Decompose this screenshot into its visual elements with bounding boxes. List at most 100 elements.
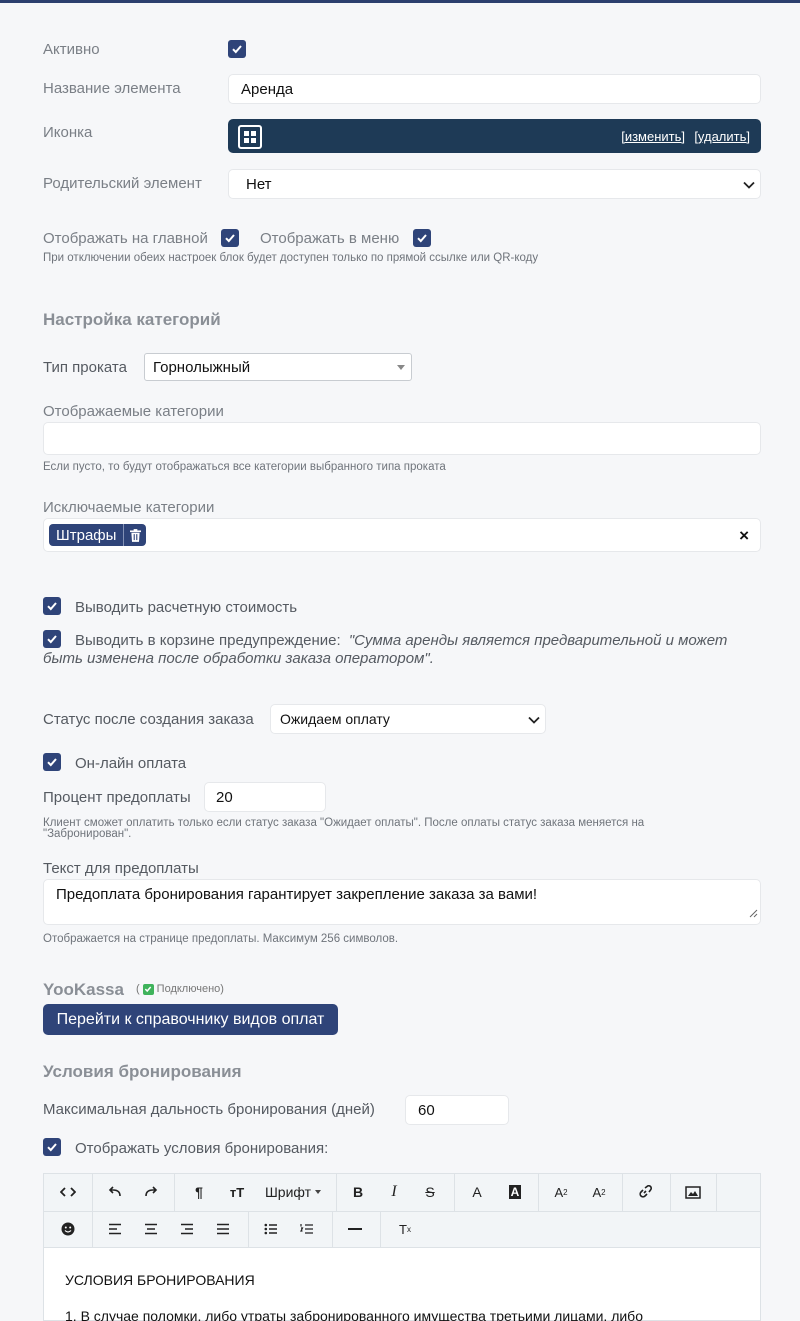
superscript-icon[interactable]: A2 bbox=[546, 1180, 576, 1204]
paragraph-icon[interactable]: ¶ bbox=[184, 1180, 214, 1204]
clear-format-icon[interactable]: Tx bbox=[390, 1217, 420, 1241]
resize-handle-icon[interactable] bbox=[749, 905, 758, 922]
icon-bar: [изменить] [удалить] bbox=[228, 119, 761, 153]
check-icon bbox=[232, 45, 242, 54]
rich-text-editor: ¶ тT Шрифт B I S A A A2 A2 T x УСЛОВИЯ Б… bbox=[43, 1173, 761, 1321]
font-size-icon[interactable]: тT bbox=[220, 1180, 254, 1204]
align-right-icon[interactable] bbox=[172, 1217, 202, 1241]
chevron-down-icon bbox=[742, 178, 756, 196]
code-view-icon[interactable] bbox=[52, 1180, 84, 1204]
visibility-hint: При отключении обеих настроек блок будет… bbox=[43, 252, 539, 264]
order-status-label: Статус после создания заказа bbox=[43, 711, 254, 728]
check-icon bbox=[47, 758, 57, 767]
parent-select[interactable]: Нет bbox=[228, 169, 761, 199]
yookassa-status: ( Подключено) bbox=[136, 983, 224, 995]
rental-type-label: Тип проката bbox=[43, 359, 127, 376]
status-check-icon bbox=[142, 983, 154, 995]
prepay-hint-line-1: Клиент сможет оплатить только если стату… bbox=[43, 817, 645, 829]
trash-icon[interactable] bbox=[124, 524, 146, 546]
max-days-input[interactable]: 60 bbox=[405, 1095, 509, 1125]
name-input[interactable]: Аренда bbox=[228, 74, 761, 104]
editor-content-title: УСЛОВИЯ БРОНИРОВАНИЯ bbox=[65, 1272, 255, 1288]
cart-warning-quote-1: "Сумма аренды является предварительной и… bbox=[348, 632, 728, 649]
font-dropdown-label: Шрифт bbox=[264, 1184, 312, 1200]
bold-icon[interactable]: B bbox=[344, 1180, 372, 1204]
prepay-text-area[interactable]: Предоплата бронирования гарантирует закр… bbox=[43, 879, 761, 925]
cart-warning-prefix: Выводить в корзине предупреждение: bbox=[75, 632, 341, 649]
align-left-icon[interactable] bbox=[100, 1217, 130, 1241]
show-main-checkbox[interactable] bbox=[221, 229, 239, 247]
emoji-icon[interactable] bbox=[52, 1217, 84, 1241]
order-status-select[interactable]: Ожидаем оплату bbox=[270, 704, 546, 734]
icon-change-link[interactable]: [изменить] bbox=[621, 129, 685, 144]
subscript-icon[interactable]: A2 bbox=[584, 1180, 614, 1204]
link-icon[interactable] bbox=[630, 1180, 660, 1204]
active-checkbox[interactable] bbox=[228, 40, 246, 58]
cart-warning-label: Выводить в корзине предупреждение: "Сумм… bbox=[75, 632, 727, 649]
caret-down-icon bbox=[315, 1190, 322, 1194]
font-dropdown[interactable]: Шрифт bbox=[260, 1180, 326, 1204]
show-main-label: Отображать на главной bbox=[43, 230, 208, 247]
active-label: Активно bbox=[43, 41, 100, 58]
max-days-label: Максимальная дальность бронирования (дне… bbox=[43, 1101, 375, 1118]
show-menu-checkbox[interactable] bbox=[413, 229, 431, 247]
shown-categories-input[interactable] bbox=[43, 422, 761, 455]
numbered-list-icon[interactable] bbox=[292, 1217, 322, 1241]
horizontal-rule-icon[interactable] bbox=[340, 1217, 370, 1241]
caret-down-icon bbox=[397, 365, 405, 370]
icon-label: Иконка bbox=[43, 124, 93, 141]
online-payment-checkbox[interactable] bbox=[43, 753, 61, 771]
prepay-hint-line-2: "Забронирован". bbox=[43, 828, 132, 840]
check-icon bbox=[417, 234, 427, 243]
payment-types-button[interactable]: Перейти к справочнику видов оплат bbox=[43, 1004, 338, 1035]
show-terms-checkbox[interactable] bbox=[43, 1138, 61, 1156]
excluded-tag-label: Штрафы bbox=[56, 526, 117, 544]
strikethrough-icon[interactable]: S bbox=[416, 1180, 444, 1204]
icon-delete-link[interactable]: [удалить] bbox=[694, 129, 750, 144]
check-icon bbox=[47, 602, 57, 611]
align-center-icon[interactable] bbox=[136, 1217, 166, 1241]
clear-icon[interactable]: × bbox=[739, 526, 749, 546]
max-days-value: 60 bbox=[418, 1101, 435, 1119]
payment-types-button-label: Перейти к справочнику видов оплат bbox=[56, 1010, 325, 1028]
redo-icon[interactable] bbox=[136, 1180, 166, 1204]
italic-icon[interactable]: I bbox=[380, 1180, 408, 1204]
cart-warning-quote-2: быть изменена после обработки заказа опе… bbox=[43, 650, 434, 667]
bullet-list-icon[interactable] bbox=[256, 1217, 286, 1241]
check-icon bbox=[225, 234, 235, 243]
booking-heading: Условия бронирования bbox=[43, 1062, 242, 1081]
shown-categories-hint: Если пусто, то будут отображаться все ка… bbox=[43, 461, 446, 473]
grid-icon[interactable] bbox=[238, 125, 262, 149]
name-label: Название элемента bbox=[43, 80, 181, 97]
show-terms-label: Отображать условия бронирования: bbox=[75, 1140, 329, 1157]
excluded-categories-label: Исключаемые категории bbox=[43, 499, 215, 516]
background-color-icon[interactable]: A bbox=[500, 1180, 530, 1204]
parent-label: Родительский элемент bbox=[43, 175, 202, 192]
categories-heading: Настройка категорий bbox=[43, 310, 221, 329]
top-accent-line bbox=[0, 0, 800, 3]
editor-content-line-1: 1. В случае поломки, либо утраты заброни… bbox=[65, 1308, 643, 1321]
prepay-percent-input[interactable]: 20 bbox=[204, 782, 326, 812]
show-cost-label: Выводить расчетную стоимость bbox=[75, 599, 298, 616]
show-menu-label: Отображать в меню bbox=[260, 230, 400, 247]
order-status-value: Ожидаем оплату bbox=[280, 711, 390, 727]
check-icon bbox=[47, 635, 57, 644]
show-cost-checkbox[interactable] bbox=[43, 597, 61, 615]
online-payment-label: Он-лайн оплата bbox=[75, 755, 187, 772]
check-icon bbox=[47, 1143, 57, 1152]
image-icon[interactable] bbox=[678, 1180, 708, 1204]
undo-icon[interactable] bbox=[100, 1180, 130, 1204]
prepay-text-value: Предоплата бронирования гарантирует закр… bbox=[56, 886, 538, 903]
yookassa-status-open: ( bbox=[136, 983, 140, 995]
yookassa-title: YooKassa bbox=[43, 980, 124, 999]
name-input-value: Аренда bbox=[241, 80, 294, 98]
rental-type-select[interactable]: Горнолыжный bbox=[144, 353, 412, 381]
prepay-text-hint: Отображается на странице предоплаты. Мак… bbox=[43, 933, 399, 945]
align-justify-icon[interactable] bbox=[208, 1217, 238, 1241]
rental-type-value: Горнолыжный bbox=[153, 358, 251, 376]
excluded-categories-input[interactable]: Штрафы × bbox=[43, 518, 761, 552]
cart-warning-checkbox[interactable] bbox=[43, 630, 61, 648]
parent-select-value: Нет bbox=[246, 175, 272, 193]
shown-categories-label: Отображаемые категории bbox=[43, 403, 224, 420]
text-color-icon[interactable]: A bbox=[462, 1180, 492, 1204]
